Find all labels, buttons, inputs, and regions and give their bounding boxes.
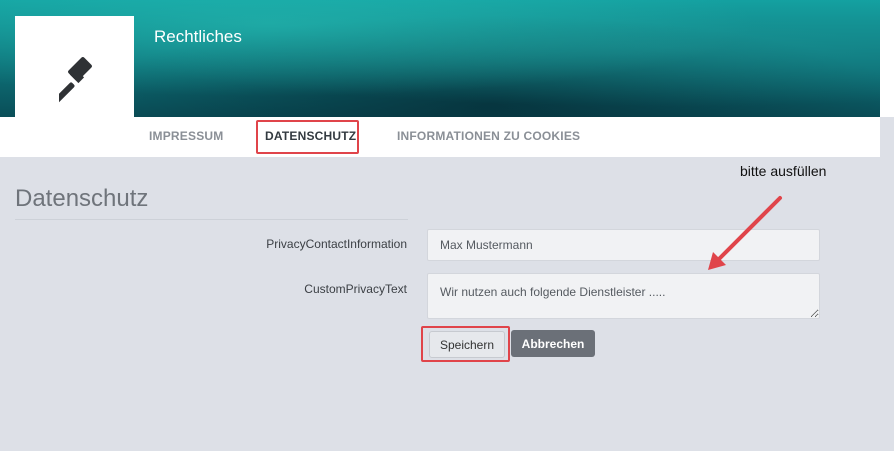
tab-bar: IMPRESSUM DATENSCHUTZ INFORMATIONEN ZU C… [0, 117, 880, 157]
contact-label: PrivacyContactInformation [266, 237, 407, 251]
tab-impressum[interactable]: IMPRESSUM [149, 117, 223, 157]
custom-text-label: CustomPrivacyText [304, 282, 407, 296]
annotation-text: bitte ausfüllen [740, 163, 827, 179]
cancel-button[interactable]: Abbrechen [511, 330, 595, 357]
gavel-icon [59, 57, 92, 104]
annotation-arrow-icon [708, 196, 782, 270]
app-logo [15, 16, 134, 117]
page-title: Rechtliches [154, 27, 242, 46]
section-divider [15, 219, 408, 220]
tab-highlight-box [256, 120, 359, 154]
save-highlight-box [421, 326, 510, 362]
tab-cookies[interactable]: INFORMATIONEN ZU COOKIES [397, 117, 580, 157]
header-banner [0, 0, 894, 117]
section-title: Datenschutz [15, 185, 149, 212]
